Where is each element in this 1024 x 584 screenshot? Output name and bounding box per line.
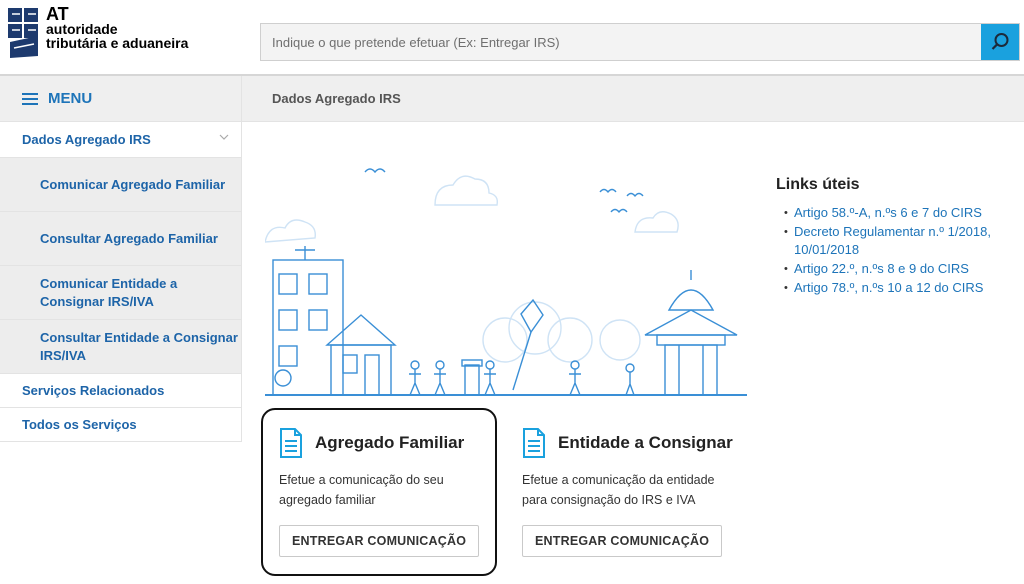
document-icon — [280, 428, 302, 458]
card-description: Efetue a comunicação do seu agregado fam… — [279, 473, 444, 507]
link-artigo-58a[interactable]: Artigo 58.º-A, n.ºs 6 e 7 do CIRS — [784, 204, 1016, 222]
cloud-icon — [634, 211, 679, 233]
card-description: Efetue a comunicação da entidade para co… — [522, 473, 715, 507]
bird-icon — [364, 168, 386, 174]
at-logo[interactable]: AT autoridade tributária e aduaneira — [6, 4, 226, 66]
sidebar-item-label: Dados Agregado IRS — [22, 132, 151, 147]
bird-icon — [610, 208, 628, 214]
search-bar — [260, 23, 1020, 61]
sidebar-subitem-consultar-entidade[interactable]: Consultar Entidade a Consignar IRS/IVA — [0, 320, 242, 374]
link-artigo-78[interactable]: Artigo 78.º, n.ºs 10 a 12 do CIRS — [784, 279, 1016, 297]
kiosk-icon — [644, 270, 738, 396]
cloud-icon — [265, 219, 316, 243]
top-header: AT autoridade tributária e aduaneira — [0, 0, 1024, 76]
card-title: Agregado Familiar — [315, 433, 465, 452]
building-icon — [272, 246, 344, 396]
sidebar: MENU Dados Agregado IRS Comunicar Agrega… — [0, 76, 242, 584]
card-header: Entidade a Consignar — [522, 425, 762, 461]
city-illustration — [265, 168, 747, 396]
logo-line-2: tributária e aduaneira — [46, 35, 189, 51]
kite-icon — [512, 298, 544, 391]
search-button[interactable] — [981, 24, 1019, 60]
card-entidade-a-consignar: Entidade a Consignar Efetue a comunicaçã… — [522, 425, 762, 557]
cloud-icon — [434, 175, 499, 206]
menu-label: MENU — [48, 90, 93, 107]
sidebar-subitem-label: Consultar Entidade a Consignar IRS/IVA — [40, 329, 238, 363]
sidebar-subitem-consultar-agregado[interactable]: Consultar Agregado Familiar — [0, 212, 242, 266]
sidebar-subitem-comunicar-entidade[interactable]: Comunicar Entidade a Consignar IRS/IVA — [0, 266, 242, 320]
page: AT autoridade tributária e aduaneira M — [0, 0, 1024, 584]
card-header: Agregado Familiar — [279, 425, 519, 461]
people-icon — [409, 360, 635, 396]
house-icon — [325, 314, 397, 396]
sidebar-item-todos-servicos[interactable]: Todos os Serviços — [0, 408, 242, 442]
link-decreto-regulamentar[interactable]: Decreto Regulamentar n.º 1/2018, 10/01/2… — [784, 223, 1016, 259]
logo-text: AT autoridade tributária e aduaneira — [46, 4, 189, 51]
breadcrumb-current: Dados Agregado IRS — [272, 91, 401, 106]
link-artigo-22[interactable]: Artigo 22.º, n.ºs 8 e 9 do CIRS — [784, 260, 1016, 278]
bird-icon — [626, 192, 644, 198]
chevron-down-icon — [219, 134, 229, 140]
sidebar-item-label: Serviços Relacionados — [22, 383, 165, 398]
bird-icon — [599, 188, 617, 194]
useful-links: Links úteis Artigo 58.º-A, n.ºs 6 e 7 do… — [776, 176, 1016, 298]
sidebar-subitem-label: Consultar Agregado Familiar — [40, 230, 218, 246]
entregar-comunicacao-button[interactable]: ENTREGAR COMUNICAÇÃO — [522, 525, 723, 557]
sidebar-item-dados-agregado-irs[interactable]: Dados Agregado IRS — [0, 122, 242, 158]
logo-at: AT — [46, 4, 69, 24]
sidebar-subitem-label: Comunicar Agregado Familiar — [40, 176, 226, 192]
entregar-comunicacao-button[interactable]: ENTREGAR COMUNICAÇÃO — [279, 525, 480, 557]
sidebar-item-servicos-relacionados[interactable]: Serviços Relacionados — [0, 374, 242, 408]
sidebar-item-label: Todos os Serviços — [22, 417, 137, 432]
mailbox-icon — [461, 359, 483, 396]
sidebar-subitem-comunicar-agregado[interactable]: Comunicar Agregado Familiar — [0, 158, 242, 212]
tree-icon — [482, 301, 641, 363]
document-icon — [523, 428, 545, 458]
sidebar-subitem-label: Comunicar Entidade a Consignar IRS/IVA — [40, 275, 178, 309]
links-title: Links úteis — [776, 176, 860, 193]
search-icon — [991, 33, 1009, 50]
logo-line-1: autoridade — [46, 21, 118, 37]
hamburger-icon — [22, 92, 38, 105]
links-list: Artigo 58.º-A, n.ºs 6 e 7 do CIRS Decret… — [776, 204, 1016, 297]
card-agregado-familiar: Agregado Familiar Efetue a comunicação d… — [279, 425, 519, 557]
search-input[interactable] — [261, 24, 981, 60]
at-emblem-icon — [8, 8, 38, 58]
breadcrumb: Dados Agregado IRS — [242, 76, 1024, 122]
card-title: Entidade a Consignar — [558, 433, 733, 452]
menu-toggle[interactable]: MENU — [0, 76, 242, 122]
